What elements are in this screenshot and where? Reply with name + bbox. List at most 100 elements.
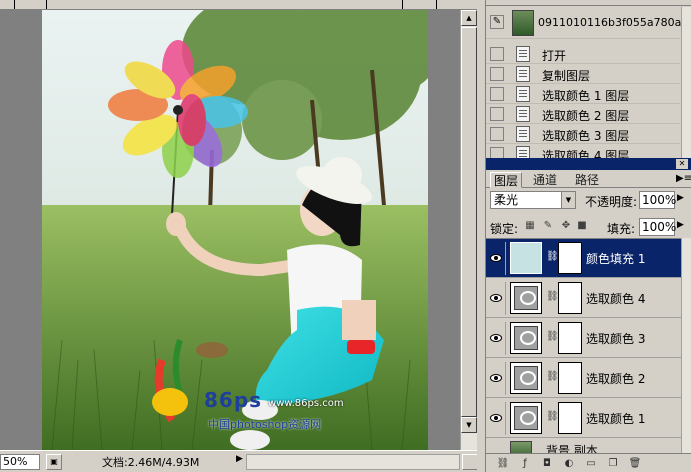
- link-icon: ⛓: [546, 331, 559, 342]
- link-icon: ⛓: [546, 291, 559, 302]
- opacity-input[interactable]: 100%: [639, 191, 676, 209]
- new-adjustment-layer-icon[interactable]: ◐: [562, 457, 576, 470]
- panel-menu-icon[interactable]: ▶≡: [676, 173, 691, 184]
- tab-layers[interactable]: 图层: [490, 172, 523, 188]
- history-item-label: 复制图层: [542, 69, 591, 83]
- layer-row[interactable]: ⛓ 选取颜色 4: [486, 279, 681, 318]
- layer-row[interactable]: ⛓ 选取颜色 1: [486, 399, 681, 438]
- lock-transparency-icon[interactable]: ▦: [524, 220, 536, 232]
- history-item-label: 打开: [542, 49, 567, 63]
- history-source-box[interactable]: [490, 147, 504, 158]
- visibility-toggle[interactable]: [488, 322, 506, 355]
- add-mask-icon[interactable]: ◘: [540, 457, 554, 470]
- fill-slider-arrow-icon[interactable]: ▶: [677, 220, 684, 230]
- watermark-brand: 86ps: [204, 388, 263, 412]
- eye-icon: [490, 374, 502, 382]
- opacity-label: 不透明度:: [585, 195, 638, 209]
- status-menu-icon[interactable]: ▣: [46, 454, 62, 470]
- adjustment-layer-icon[interactable]: [510, 362, 542, 394]
- layers-panel-titlebar[interactable]: ✕: [486, 158, 691, 170]
- zoom-level-field[interactable]: 50%: [0, 454, 40, 470]
- layer-row[interactable]: ⛓ 选取颜色 3: [486, 319, 681, 358]
- trash-icon[interactable]: 🗑: [628, 457, 642, 470]
- document-canvas[interactable]: 86ps www.86ps.com 中国photoshop资源网: [42, 10, 428, 450]
- history-source-box[interactable]: [490, 127, 504, 141]
- watermark-url: www.86ps.com: [268, 398, 344, 409]
- adjustment-layer-icon[interactable]: [510, 282, 542, 314]
- history-item-label: 选取颜色 2 图层: [542, 109, 630, 123]
- history-item[interactable]: 选取颜色 1 图层: [486, 84, 680, 104]
- opacity-slider-arrow-icon[interactable]: ▶: [677, 193, 684, 203]
- scroll-down-arrow-icon[interactable]: ▼: [461, 417, 477, 433]
- history-scrollbar[interactable]: [681, 7, 691, 158]
- canvas-pasteboard-left: [0, 10, 42, 450]
- visibility-toggle[interactable]: [488, 282, 506, 315]
- layer-name: 选取颜色 1: [586, 412, 646, 426]
- lock-all-icon[interactable]: ■: [576, 220, 588, 232]
- visibility-toggle[interactable]: [488, 362, 506, 395]
- layer-mask-thumbnail[interactable]: [558, 282, 582, 314]
- fill-layer-thumbnail[interactable]: [510, 242, 542, 274]
- fill-input[interactable]: 100%: [639, 218, 676, 236]
- history-item-label: 选取颜色 1 图层: [542, 89, 630, 103]
- chevron-down-icon[interactable]: ▼: [561, 192, 575, 208]
- history-snapshot-row[interactable]: ✎ 0911010116b3f055a780a...: [486, 7, 691, 39]
- history-brush-icon[interactable]: ✎: [490, 15, 504, 29]
- lock-pixels-icon[interactable]: ✎: [542, 220, 554, 232]
- adjustment-layer-icon[interactable]: [510, 322, 542, 354]
- blend-mode-value: 柔光: [494, 193, 519, 207]
- history-item[interactable]: 打开: [486, 44, 680, 64]
- lock-position-icon[interactable]: ✥: [560, 220, 572, 232]
- link-layers-icon[interactable]: ⛓: [496, 457, 510, 470]
- tab-paths[interactable]: 路径: [572, 172, 602, 188]
- history-item-label: 选取颜色 4 图层: [542, 149, 630, 158]
- layers-scrollbar[interactable]: [681, 238, 691, 453]
- layer-mask-thumbnail[interactable]: [558, 362, 582, 394]
- layer-mask-thumbnail[interactable]: [558, 402, 582, 434]
- watermark-text: 中国photoshop资源网: [208, 418, 322, 431]
- scroll-up-arrow-icon[interactable]: ▲: [461, 10, 477, 26]
- status-arrow-icon[interactable]: ▶: [236, 454, 243, 464]
- status-bar: 50% ▣ 文档:2.46M/4.93M ▶: [0, 450, 482, 472]
- background-layer-thumbnail[interactable]: [510, 441, 532, 453]
- link-icon: ⛓: [546, 411, 559, 422]
- link-icon: ⛓: [546, 251, 559, 262]
- layer-row[interactable]: ⛓ 颜色填充 1: [486, 239, 681, 278]
- layers-footer-toolbar: ⛓ ƒ ◘ ◐ ▭ ❐ 🗑: [486, 453, 691, 472]
- visibility-toggle[interactable]: [488, 402, 506, 435]
- photo-image: [42, 10, 428, 450]
- snapshot-label: 0911010116b3f055a780a...: [538, 16, 691, 29]
- history-item-label: 选取颜色 3 图层: [542, 129, 630, 143]
- adjustment-layer-icon[interactable]: [510, 402, 542, 434]
- history-item[interactable]: 选取颜色 4 图层: [486, 144, 680, 158]
- eye-icon: [490, 414, 502, 422]
- history-source-box[interactable]: [490, 47, 504, 61]
- history-item[interactable]: 复制图层: [486, 64, 680, 84]
- layers-panel: ✕ 图层 通道 路径 ▶≡ 柔光 ▼ 不透明度: 100% ▶ 锁定: ▦ ✎ …: [485, 158, 691, 472]
- history-step-icon: [516, 106, 530, 122]
- resize-grip-icon[interactable]: [462, 454, 478, 470]
- close-icon[interactable]: ✕: [676, 159, 688, 169]
- vertical-scrollbar[interactable]: ▲ ▼: [460, 10, 477, 450]
- ruler-tick: [436, 0, 437, 9]
- history-source-box[interactable]: [490, 107, 504, 121]
- horizontal-scrollbar[interactable]: [246, 454, 460, 470]
- layer-mask-thumbnail[interactable]: [558, 322, 582, 354]
- history-item[interactable]: 选取颜色 3 图层: [486, 124, 680, 144]
- blend-mode-select[interactable]: 柔光 ▼: [490, 191, 576, 209]
- fill-label: 填充:: [607, 222, 636, 236]
- layer-style-icon[interactable]: ƒ: [518, 457, 532, 470]
- history-item[interactable]: 选取颜色 2 图层: [486, 104, 680, 124]
- history-source-box[interactable]: [490, 87, 504, 101]
- history-step-icon: [516, 86, 530, 102]
- tab-channels[interactable]: 通道: [530, 172, 560, 188]
- visibility-toggle[interactable]: [488, 242, 506, 275]
- ruler-tick: [402, 0, 403, 9]
- new-layer-icon[interactable]: ❐: [606, 457, 620, 470]
- layer-mask-thumbnail[interactable]: [558, 242, 582, 274]
- layer-row[interactable]: ⛓ 选取颜色 2: [486, 359, 681, 398]
- history-source-box[interactable]: [490, 67, 504, 81]
- new-group-icon[interactable]: ▭: [584, 457, 598, 470]
- layer-row-background[interactable]: 背景 副本: [486, 439, 681, 453]
- vertical-scroll-thumb[interactable]: [461, 27, 477, 417]
